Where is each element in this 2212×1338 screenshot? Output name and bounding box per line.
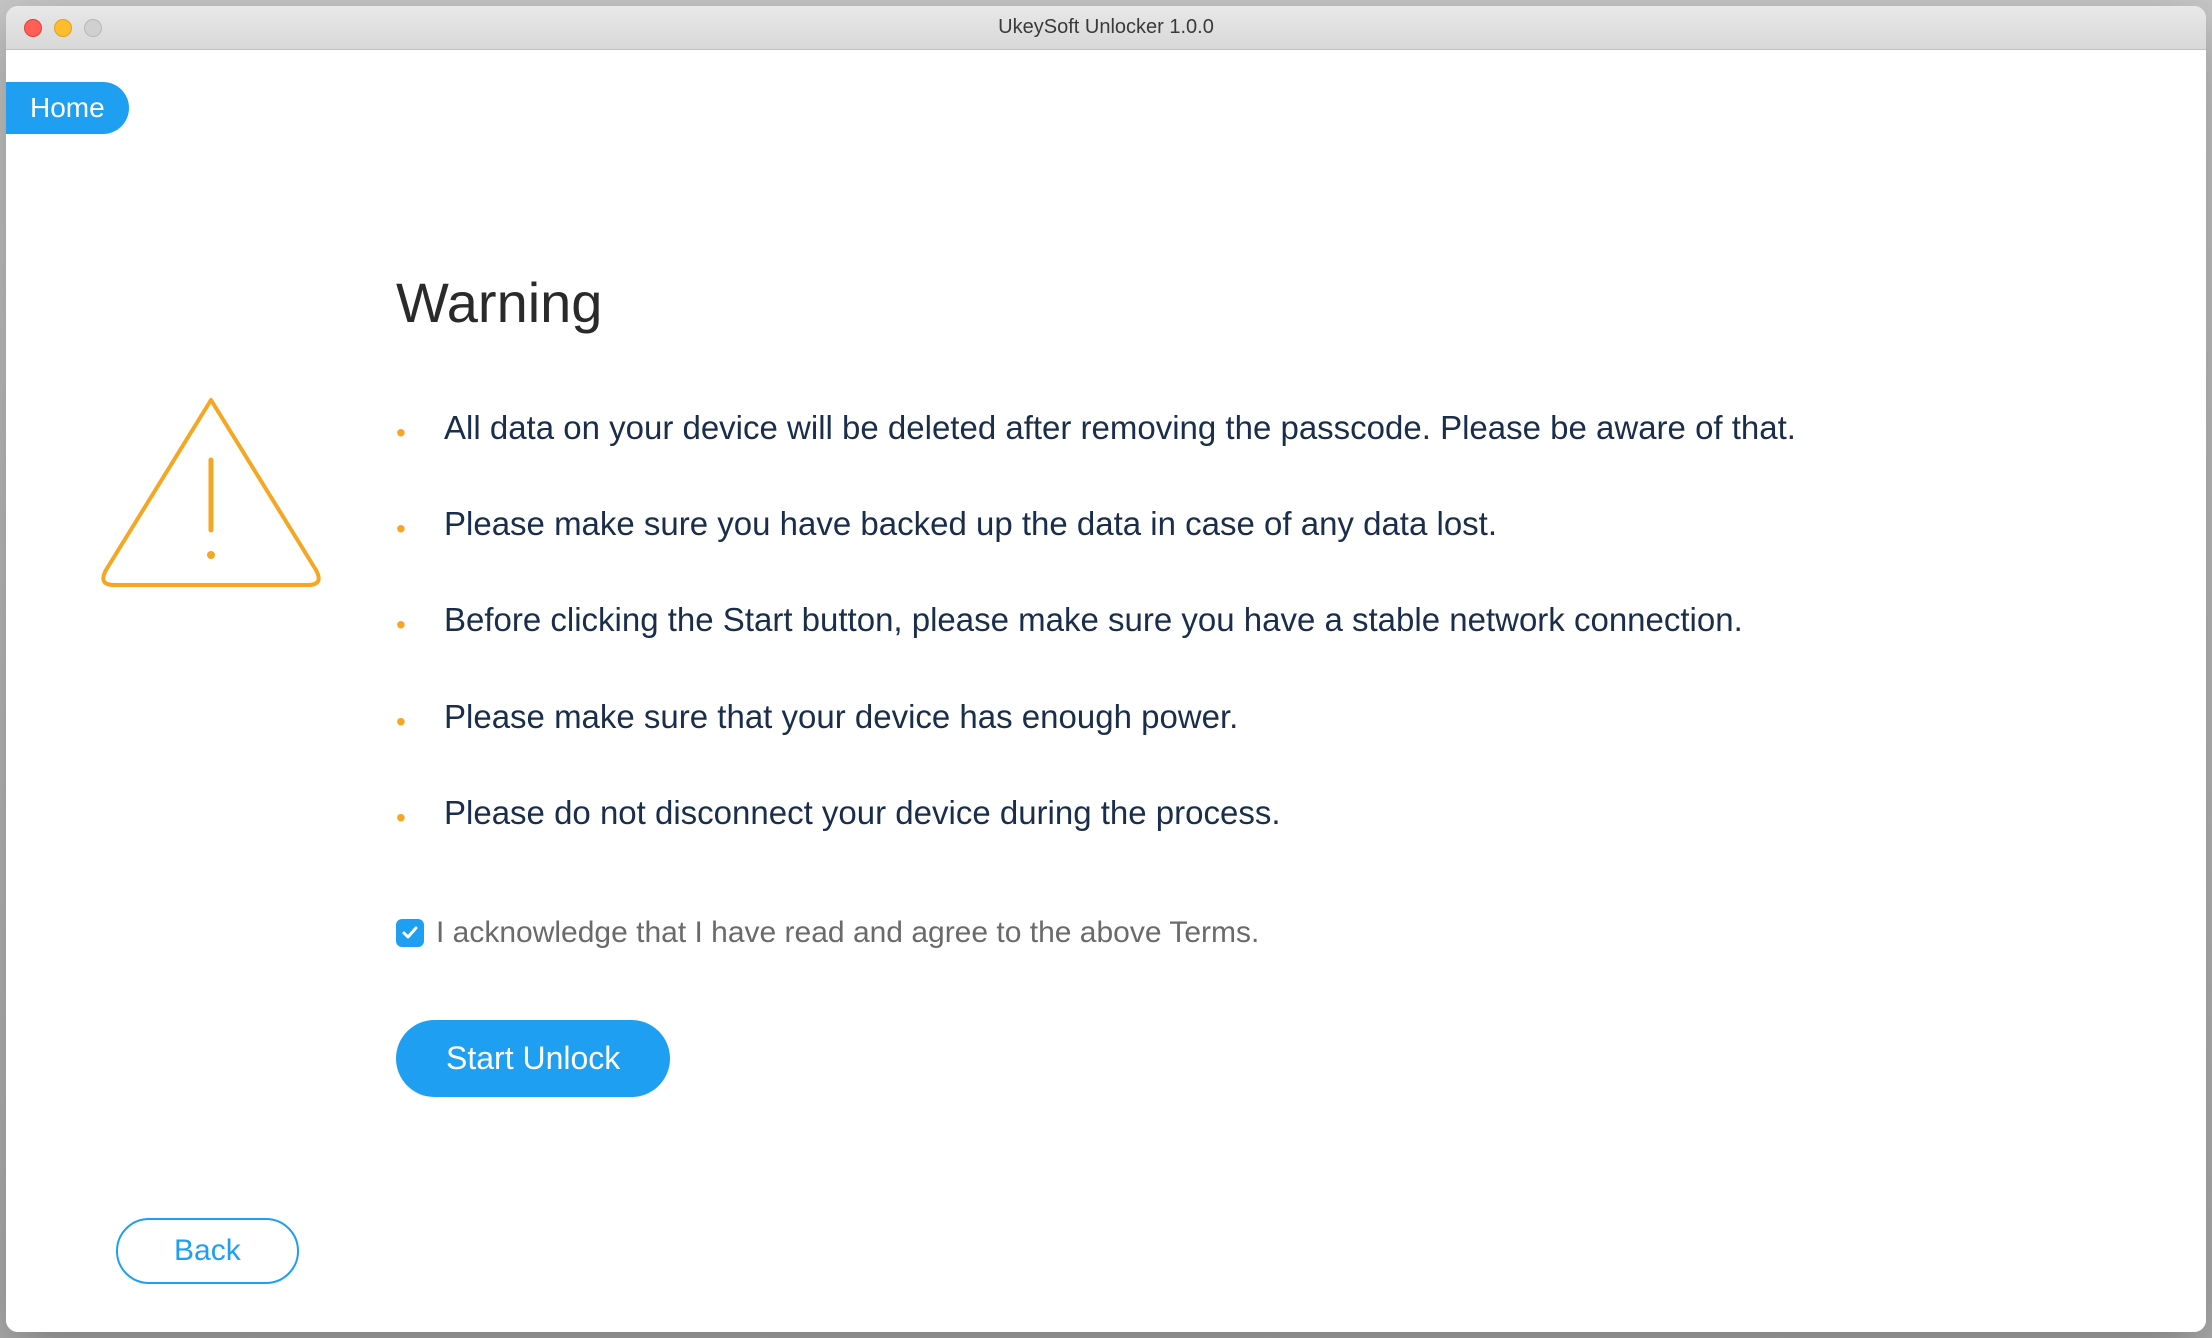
warning-list: All data on your device will be deleted …	[396, 405, 2116, 836]
titlebar: UkeySoft Unlocker 1.0.0	[6, 6, 2206, 50]
warning-item: Please make sure you have backed up the …	[396, 501, 2116, 547]
home-tab-label: Home	[30, 92, 105, 123]
text-column: Warning All data on your device will be …	[396, 250, 2116, 1097]
warning-item: Please make sure that your device has en…	[396, 694, 2116, 740]
icon-column	[96, 250, 326, 1097]
page-heading: Warning	[396, 270, 2116, 335]
acknowledge-checkbox[interactable]	[396, 919, 424, 947]
close-window-button[interactable]	[24, 19, 42, 37]
app-window: UkeySoft Unlocker 1.0.0 Home Warning All…	[6, 6, 2206, 1332]
acknowledge-row: I acknowledge that I have read and agree…	[396, 916, 2116, 950]
back-button-label: Back	[174, 1234, 241, 1267]
window-title: UkeySoft Unlocker 1.0.0	[998, 16, 1214, 39]
home-tab[interactable]: Home	[6, 82, 129, 134]
content-area: Home Warning All data on your device wil…	[6, 50, 2206, 1332]
maximize-window-button[interactable]	[84, 19, 102, 37]
back-button[interactable]: Back	[116, 1218, 299, 1284]
warning-item: Before clicking the Start button, please…	[396, 597, 2116, 643]
start-unlock-label: Start Unlock	[446, 1040, 620, 1076]
traffic-lights	[6, 19, 102, 37]
acknowledge-label: I acknowledge that I have read and agree…	[436, 916, 1259, 950]
start-unlock-button[interactable]: Start Unlock	[396, 1020, 670, 1097]
warning-item: Please do not disconnect your device dur…	[396, 790, 2116, 836]
warning-triangle-icon	[96, 390, 326, 595]
main-area: Warning All data on your device will be …	[96, 250, 2116, 1097]
minimize-window-button[interactable]	[54, 19, 72, 37]
warning-item: All data on your device will be deleted …	[396, 405, 2116, 451]
